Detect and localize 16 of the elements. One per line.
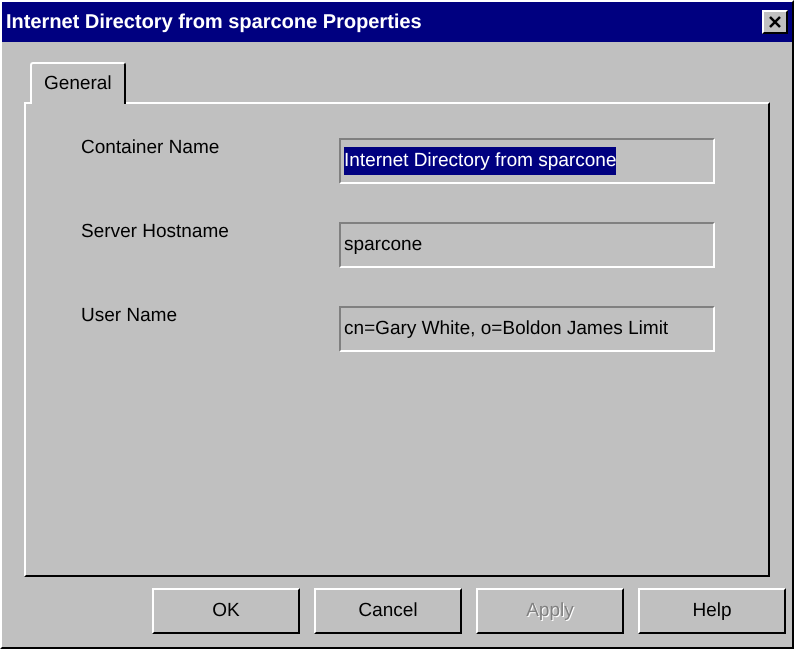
text-field[interactable]: sparcone <box>339 222 715 268</box>
dialog-button[interactable]: Help <box>638 588 786 634</box>
text-field[interactable]: Internet Directory from sparcone <box>339 138 715 184</box>
field-value: Internet Directory from sparcone <box>344 146 616 176</box>
text-field[interactable]: cn=Gary White, o=Boldon James Limit <box>339 306 715 352</box>
dialog-button[interactable]: Cancel <box>314 588 462 634</box>
close-button[interactable] <box>762 10 788 34</box>
field-value: sparcone <box>344 232 422 257</box>
field-label: Container Name <box>80 136 220 160</box>
field-value: cn=Gary White, o=Boldon James Limit <box>344 316 668 341</box>
dialog-button[interactable]: OK <box>152 588 300 634</box>
tab[interactable]: General <box>30 62 126 104</box>
field-label: User Name <box>80 304 178 328</box>
window-title: Internet Directory from sparcone Properties <box>6 10 422 35</box>
close-icon <box>769 16 781 28</box>
field-label: Server Hostname <box>80 220 230 244</box>
